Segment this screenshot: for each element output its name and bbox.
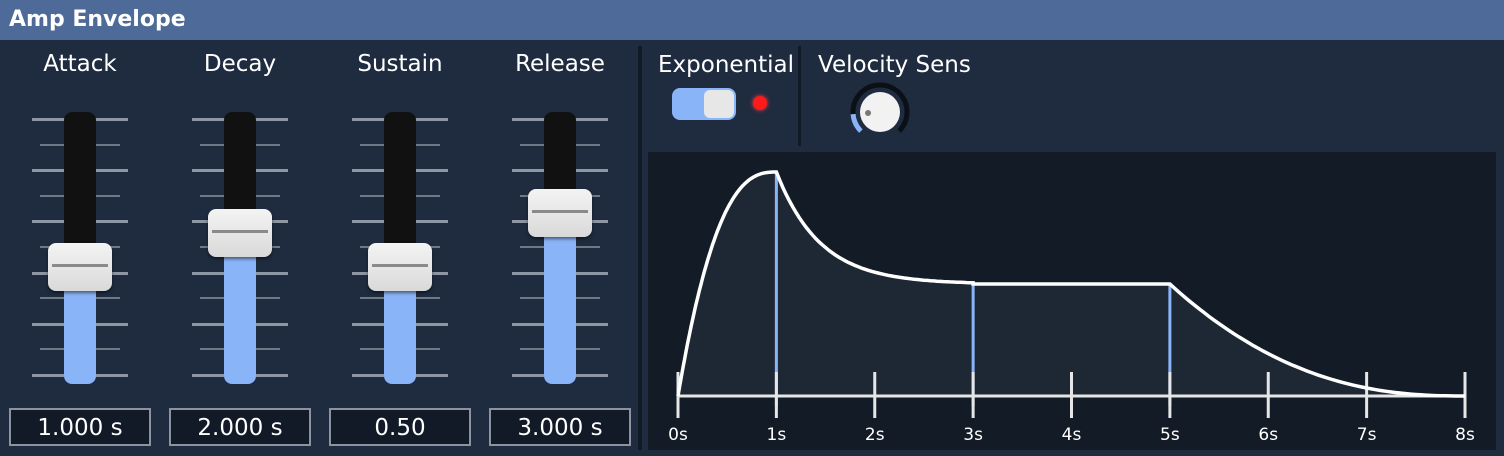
slider-decay: Decay 2.000 s	[160, 40, 311, 456]
exponential-toggle[interactable]	[672, 88, 736, 120]
attack-thumb[interactable]	[48, 242, 112, 291]
attack-value[interactable]: 1.000 s	[9, 408, 151, 446]
sustain-thumb[interactable]	[368, 242, 432, 291]
velocity-label: Velocity Sens	[818, 52, 971, 78]
decay-value[interactable]: 2.000 s	[169, 408, 311, 446]
panel-title: Amp Envelope	[9, 7, 186, 32]
release-thumb[interactable]	[528, 189, 592, 238]
tick-label: 1s	[767, 425, 787, 445]
release-value[interactable]: 3.000 s	[489, 408, 631, 446]
sustain-value[interactable]: 0.50	[329, 408, 471, 446]
tick-label: 8s	[1455, 425, 1475, 445]
sustain-label: Sustain	[357, 51, 443, 77]
slider-sustain: Sustain 0.50	[320, 40, 471, 456]
envelope-chart: 0s 1s 2s 3s 4s 5s 6s 7s 8s	[668, 170, 1475, 445]
header-bar: Amp Envelope	[0, 0, 1504, 40]
attack-label: Attack	[43, 51, 117, 77]
tick-label: 5s	[1160, 425, 1180, 445]
tick-label: 4s	[1062, 425, 1082, 445]
decay-thumb[interactable]	[208, 209, 272, 258]
velocity-knob[interactable]	[846, 82, 916, 142]
tick-label: 2s	[865, 425, 885, 445]
decay-label: Decay	[203, 51, 277, 77]
toggle-knob	[704, 90, 734, 118]
tick-label: 0s	[668, 425, 688, 445]
control-divider	[798, 46, 801, 146]
exponential-label: Exponential	[658, 52, 795, 78]
envelope-graph[interactable]: 0s 1s 2s 3s 4s 5s 6s 7s 8s	[648, 152, 1496, 450]
tick-label: 6s	[1258, 425, 1278, 445]
slider-release: Release 3.000 s	[480, 40, 631, 456]
knob-dial-icon	[850, 82, 910, 133]
release-label: Release	[515, 51, 605, 77]
tick-label: 3s	[963, 425, 983, 445]
tick-label: 7s	[1357, 425, 1377, 445]
release-track[interactable]	[544, 112, 576, 384]
status-led-icon	[753, 96, 767, 110]
slider-attack: Attack 1.000 s	[0, 40, 151, 456]
